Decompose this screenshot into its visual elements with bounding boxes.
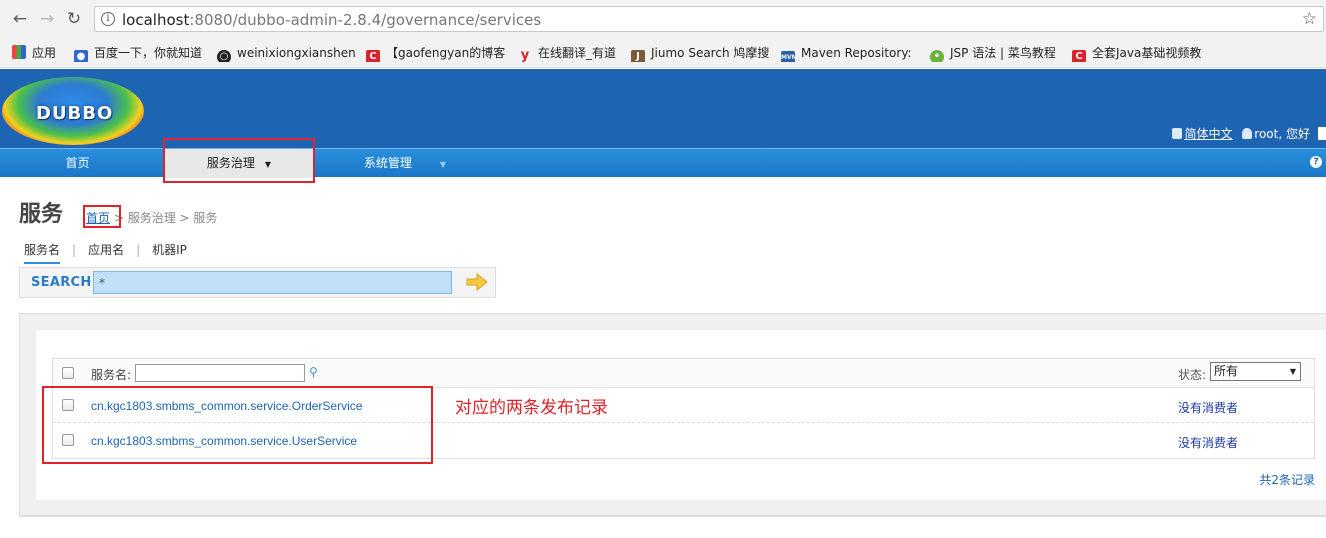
service-name-filter-label: 服务名:: [91, 368, 132, 382]
table-header-row: 服务名: ⚲ 状态: 所有 ▼: [53, 359, 1314, 388]
tab-machine-ip[interactable]: 机器IP: [152, 241, 187, 258]
breadcrumb-trail: > 服务治理 > 服务: [110, 211, 218, 225]
csdn-icon: C: [366, 50, 380, 62]
csdn-icon: C: [1072, 50, 1086, 62]
menu-home[interactable]: 首页: [0, 149, 155, 178]
mvn-icon: MVN: [781, 51, 797, 62]
url-text: localhost:8080/dubbo-admin-2.8.4/governa…: [122, 11, 541, 29]
github-icon: ○: [217, 50, 231, 62]
reload-icon[interactable]: ↻: [64, 9, 84, 29]
baidu-paw-icon: ●: [74, 50, 88, 62]
logout-icon[interactable]: [1318, 127, 1326, 140]
bookmark-github[interactable]: ○ weinixiongxianshen: [217, 44, 355, 62]
bookmark-runoob[interactable]: • JSP 语法 | 菜鸟教程: [930, 44, 1066, 62]
bookmark-maven[interactable]: MVN Maven Repository:: [781, 44, 917, 62]
search-go-arrow-icon[interactable]: [466, 273, 488, 291]
bookmark-label: 百度一下，你就知道: [94, 46, 203, 60]
select-all-checkbox[interactable]: [62, 367, 74, 379]
user-icon: [1242, 128, 1253, 139]
apps-grid-icon: [12, 45, 26, 59]
header-links: 简体中文 root, 您好: [1166, 125, 1326, 141]
bookmark-label: Jiumo Search 鸠摩搜: [651, 46, 770, 60]
divider: [19, 516, 1326, 517]
menu-system-management-label: 系统管理: [363, 156, 412, 170]
jiumo-icon: J: [631, 50, 645, 62]
search-label: SEARCH: [31, 275, 92, 290]
forward-arrow-icon[interactable]: →: [37, 9, 57, 29]
bookmark-label: 【gaofengyan的博客: [386, 46, 506, 60]
bookmark-baidu[interactable]: ● 百度一下，你就知道: [74, 44, 210, 62]
status-filter-value: 所有: [1214, 364, 1239, 378]
bookmark-label: JSP 语法 | 菜鸟教程: [950, 46, 1056, 60]
search-input[interactable]: [93, 271, 452, 294]
consumer-status-link[interactable]: 没有消费者: [1178, 434, 1238, 451]
browser-toolbar: ← → ↻ i localhost:8080/dubbo-admin-2.8.4…: [0, 0, 1326, 38]
total-records: 共2条记录: [1259, 473, 1315, 487]
bookmark-label: 应用: [32, 46, 57, 60]
status-filter-select[interactable]: 所有 ▼: [1210, 362, 1301, 381]
menu-home-label: 首页: [65, 156, 90, 170]
dubbo-logo[interactable]: DUBBO: [2, 75, 146, 147]
info-icon[interactable]: i: [101, 12, 115, 26]
tab-divider: |: [136, 243, 141, 257]
tab-application-name[interactable]: 应用名: [88, 241, 124, 258]
bookmark-label: 在线翻译_有道: [538, 46, 617, 60]
youdao-icon: y: [520, 48, 530, 63]
tab-divider: |: [72, 243, 77, 257]
language-link-label: 简体中文: [1184, 127, 1233, 141]
bookmark-label: weinixiongxianshen: [237, 46, 355, 60]
address-bar[interactable]: i localhost:8080/dubbo-admin-2.8.4/gover…: [94, 6, 1324, 32]
chevron-down-icon: ▼: [1289, 367, 1296, 376]
status-filter-label: 状态:: [1178, 368, 1207, 382]
chevron-down-icon: ▼: [439, 160, 447, 169]
back-arrow-icon[interactable]: ←: [10, 9, 30, 29]
highlight-box-rows: [42, 386, 433, 464]
url-host: localhost: [122, 11, 190, 29]
bookmark-youdao[interactable]: y 在线翻译_有道: [518, 44, 622, 62]
page-title: 服务: [19, 202, 64, 227]
bookmark-java-videos[interactable]: C 全套Java基础视频教: [1072, 44, 1214, 62]
bookmark-star-icon[interactable]: ☆: [1302, 9, 1317, 29]
bookmark-label: 全套Java基础视频教: [1092, 46, 1202, 60]
app-header: DUBBO 简体中文 root, 您好: [0, 69, 1326, 148]
service-name-filter-input[interactable]: [135, 364, 305, 382]
bookmark-jiumo[interactable]: J Jiumo Search 鸠摩搜: [631, 44, 771, 62]
annotation-text: 对应的两条发布记录: [455, 398, 608, 418]
logo-text: DUBBO: [36, 103, 114, 124]
help-icon[interactable]: ?: [1310, 156, 1322, 168]
highlight-box-menu: [163, 138, 315, 183]
user-greeting[interactable]: root, 您好: [1242, 127, 1310, 141]
search-bar: SEARCH: [19, 267, 496, 298]
bookmark-apps[interactable]: 应用: [12, 44, 68, 62]
tab-service-name[interactable]: 服务名: [24, 241, 61, 264]
runoob-icon: •: [930, 50, 944, 62]
menu-system-management[interactable]: 系统管理 ▼: [330, 149, 480, 178]
user-greeting-label: root, 您好: [1254, 127, 1310, 141]
bookmark-csdn-blog[interactable]: C 【gaofengyan的博客: [366, 44, 506, 62]
search-icon[interactable]: ⚲: [309, 365, 318, 379]
language-icon: [1172, 128, 1183, 139]
url-path: :8080/dubbo-admin-2.8.4/governance/servi…: [189, 11, 542, 29]
bookmarks-bar: 应用 ● 百度一下，你就知道 ○ weinixiongxianshen C 【gaof…: [0, 38, 1326, 68]
bookmark-label: Maven Repository:: [801, 46, 912, 60]
highlight-box-breadcrumb: [83, 205, 121, 228]
search-type-tabs: 服务名 | 应用名 | 机器IP: [24, 241, 187, 264]
language-link[interactable]: 简体中文: [1172, 127, 1232, 141]
consumer-status-link[interactable]: 没有消费者: [1178, 399, 1238, 416]
